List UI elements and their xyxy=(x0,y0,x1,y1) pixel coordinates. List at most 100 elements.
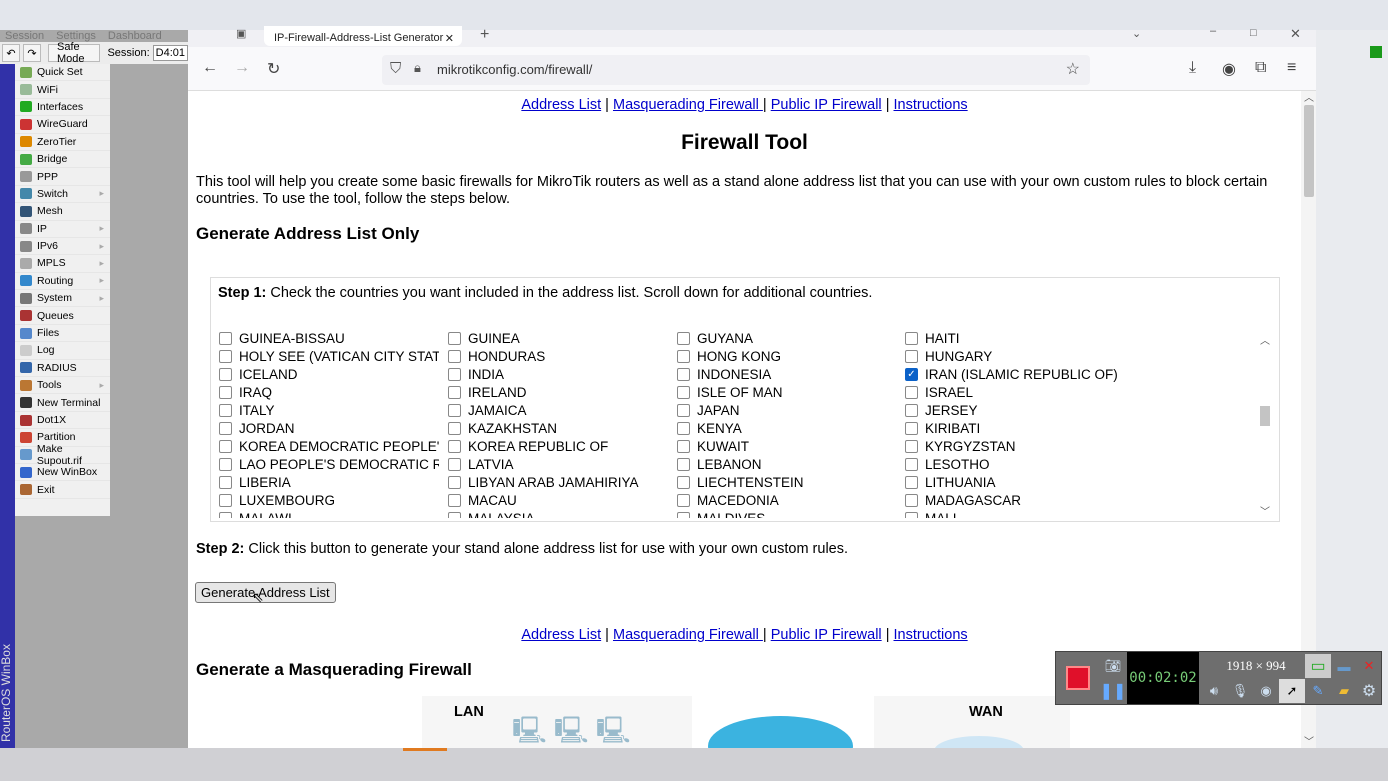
menu-dashboard[interactable]: Dashboard xyxy=(108,30,162,42)
country-checkbox-item[interactable]: HOLY SEE (VATICAN CITY STATE) xyxy=(219,347,439,365)
sidebar-item-log[interactable]: Log xyxy=(15,342,110,360)
link-instructions[interactable]: Instructions xyxy=(894,97,968,113)
checkbox[interactable] xyxy=(448,403,461,417)
minimize-recorder-icon[interactable]: ▬ xyxy=(1331,654,1357,678)
close-tab-icon[interactable]: ✕ xyxy=(445,32,454,45)
menu-session[interactable]: Session xyxy=(5,30,44,42)
checkbox[interactable] xyxy=(905,457,918,471)
checkbox[interactable] xyxy=(219,349,232,363)
tab-active[interactable]: IP-Firewall-Address-List Generator ✕ xyxy=(264,26,462,46)
url-bar[interactable]: ⛉ 🔒︎ mikrotikconfig.com/firewall/ ☆ xyxy=(382,55,1090,85)
country-checkbox-item[interactable]: INDONESIA xyxy=(677,365,897,383)
country-checkbox-item[interactable]: GUINEA xyxy=(448,332,668,347)
settings-gear-icon[interactable]: ⚙ xyxy=(1357,679,1381,703)
sidebar-item-mesh[interactable]: Mesh xyxy=(15,203,110,221)
checkbox[interactable] xyxy=(905,403,918,417)
checkbox[interactable] xyxy=(905,421,918,435)
country-checkbox-item[interactable]: MACAU xyxy=(448,491,668,509)
checkbox[interactable] xyxy=(677,493,690,507)
checkbox[interactable] xyxy=(448,385,461,399)
checkbox[interactable] xyxy=(677,421,690,435)
checkbox[interactable] xyxy=(219,332,232,345)
checkbox[interactable] xyxy=(448,332,461,345)
sidebar-item-make-supout-rif[interactable]: Make Supout.rif xyxy=(15,443,110,467)
checkbox[interactable] xyxy=(677,475,690,489)
checkbox[interactable] xyxy=(448,439,461,453)
country-checkbox-item[interactable]: HONDURAS xyxy=(448,347,668,365)
country-checkbox-item[interactable]: INDIA xyxy=(448,365,668,383)
sidebar-item-ip[interactable]: IP ▸ xyxy=(15,221,110,238)
checkbox[interactable] xyxy=(905,475,918,489)
checkbox[interactable] xyxy=(677,511,690,518)
sidebar-item-switch[interactable]: Switch ▸ xyxy=(15,186,110,204)
country-checkbox-item[interactable]: MACEDONIA xyxy=(677,491,897,509)
sidebar-item-routing[interactable]: Routing ▸ xyxy=(15,273,110,291)
country-checkbox-item[interactable]: KYRGYZSTAN xyxy=(905,437,1125,455)
cursor-icon[interactable]: ➚ xyxy=(1279,679,1305,703)
stop-record-button[interactable] xyxy=(1066,666,1090,690)
shield-icon[interactable]: ⛉ xyxy=(390,60,401,77)
safe-mode-button[interactable]: Safe Mode xyxy=(48,41,101,65)
checkbox[interactable] xyxy=(219,457,232,471)
account-icon[interactable]: ◉ xyxy=(1222,59,1236,79)
menu-icon[interactable]: ≡ xyxy=(1287,59,1296,77)
country-checkbox-item[interactable]: MADAGASCAR xyxy=(905,491,1125,509)
country-checkbox-item[interactable]: KUWAIT xyxy=(677,437,897,455)
speaker-icon[interactable]: 🔊︎ xyxy=(1201,679,1227,703)
country-checkbox-item[interactable]: HUNGARY xyxy=(905,347,1125,365)
folder-icon[interactable]: ▰ xyxy=(1331,679,1357,703)
country-checkbox-item[interactable]: ITALY xyxy=(219,401,439,419)
country-checkbox-item[interactable]: LIBERIA xyxy=(219,473,439,491)
sidebar-item-mpls[interactable]: MPLS ▸ xyxy=(15,255,110,273)
country-checkbox-item[interactable]: JERSEY xyxy=(905,401,1125,419)
sidebar-item-tools[interactable]: Tools ▸ xyxy=(15,377,110,395)
country-checkbox-item[interactable]: ✓ IRAN (ISLAMIC REPUBLIC OF) xyxy=(905,365,1125,383)
country-checkbox-item[interactable]: IRELAND xyxy=(448,383,668,401)
sidebar-item-files[interactable]: Files xyxy=(15,325,110,343)
sidebar-item-interfaces[interactable]: Interfaces xyxy=(15,99,110,117)
sidebar-item-new-terminal[interactable]: New Terminal xyxy=(15,394,110,412)
checkbox[interactable] xyxy=(219,493,232,507)
country-checkbox-item[interactable]: ISRAEL xyxy=(905,383,1125,401)
checkbox[interactable] xyxy=(677,439,690,453)
sidebar-item-new-winbox[interactable]: New WinBox xyxy=(15,464,110,482)
country-checkbox-item[interactable]: JORDAN xyxy=(219,419,439,437)
checkbox[interactable] xyxy=(219,439,232,453)
country-checkbox-item[interactable]: MALDIVES xyxy=(677,509,897,518)
country-checkbox-item[interactable]: HAITI xyxy=(905,332,1125,347)
pencil-icon[interactable]: ✎ xyxy=(1305,679,1331,703)
country-list-scrollbar[interactable]: ︿ ﹀ xyxy=(1258,332,1272,518)
webcam-icon[interactable]: ◉ xyxy=(1253,679,1279,703)
country-checkbox-item[interactable]: MALI xyxy=(905,509,1125,518)
country-checkbox-item[interactable]: GUYANA xyxy=(677,332,897,347)
checkbox[interactable] xyxy=(905,332,918,345)
checkbox[interactable] xyxy=(448,367,461,381)
checkbox[interactable] xyxy=(219,511,232,518)
tab-list-icon[interactable]: ▣ xyxy=(236,27,246,40)
chevron-down-icon[interactable]: ⌄ xyxy=(1132,27,1141,40)
link-masquerading[interactable]: Masquerading Firewall xyxy=(613,627,763,643)
country-checkbox-item[interactable]: LIECHTENSTEIN xyxy=(677,473,897,491)
lock-icon[interactable]: 🔒︎ xyxy=(414,60,421,76)
country-checkbox-item[interactable]: KOREA DEMOCRATIC PEOPLE'S REPUBLIC xyxy=(219,437,439,455)
country-checkbox-item[interactable]: HONG KONG xyxy=(677,347,897,365)
checkbox[interactable] xyxy=(677,332,690,345)
checkbox[interactable] xyxy=(677,349,690,363)
country-checkbox-item[interactable]: JAPAN xyxy=(677,401,897,419)
country-checkbox-item[interactable]: ISLE OF MAN xyxy=(677,383,897,401)
sidebar-item-bridge[interactable]: Bridge xyxy=(15,151,110,169)
checkbox[interactable] xyxy=(448,349,461,363)
page-scroll-thumb[interactable] xyxy=(1304,105,1314,197)
country-checkbox-item[interactable]: LATVIA xyxy=(448,455,668,473)
close-recorder-icon[interactable]: ✕ xyxy=(1357,654,1381,678)
minimize-icon[interactable]: – xyxy=(1210,25,1216,37)
link-public-ip[interactable]: Public IP Firewall xyxy=(771,627,882,643)
country-checkbox-item[interactable]: GUINEA-BISSAU xyxy=(219,332,439,347)
pause-icon[interactable]: ❚❚ xyxy=(1100,679,1127,703)
link-masquerading[interactable]: Masquerading Firewall xyxy=(613,97,763,113)
checkbox[interactable] xyxy=(905,511,918,518)
sidebar-item-system[interactable]: System ▸ xyxy=(15,290,110,308)
forward-icon[interactable]: → xyxy=(234,59,250,77)
country-checkbox-item[interactable]: MALAWI xyxy=(219,509,439,518)
country-checkbox-item[interactable]: KOREA REPUBLIC OF xyxy=(448,437,668,455)
